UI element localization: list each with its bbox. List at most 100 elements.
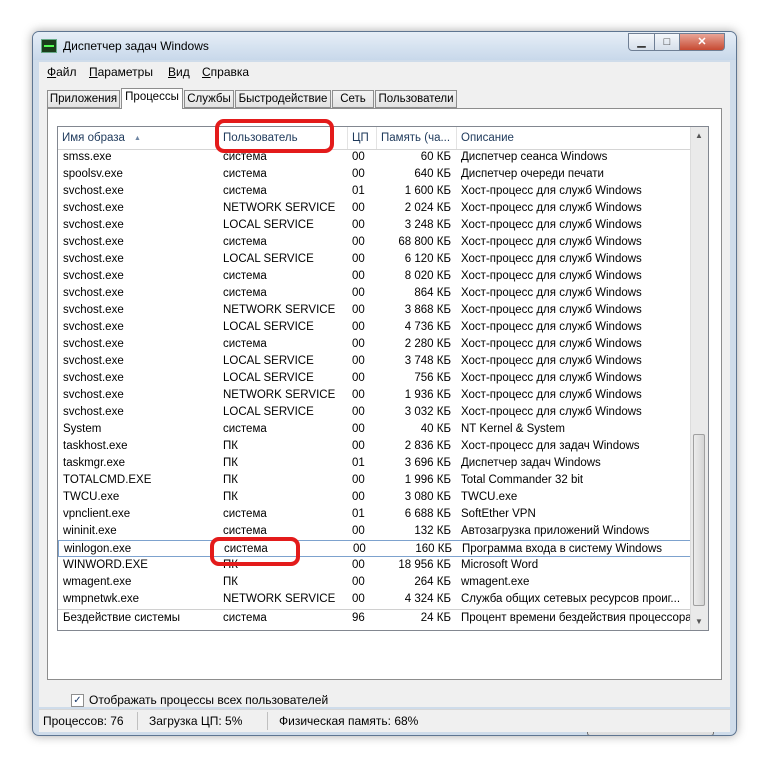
sort-ascending-icon: ▲: [134, 135, 141, 142]
tab-performance[interactable]: Быстродействие: [235, 90, 331, 108]
show-all-users-checkbox[interactable]: ✓: [71, 694, 84, 707]
process-row[interactable]: Бездействие системы система 96 24 КБ Процент…: [58, 609, 692, 626]
process-user: система: [223, 612, 267, 624]
process-row[interactable]: spoolsv.exe система 00 640 КБ Диспетчер очер…: [58, 166, 692, 183]
process-user: система: [223, 270, 267, 282]
process-name: TWCU.exe: [63, 491, 120, 503]
close-button[interactable]: ✕: [679, 33, 725, 51]
process-row[interactable]: taskhost.exe ПК 00 2 836 КБ Хост-процесс для…: [58, 438, 692, 455]
process-row[interactable]: wmagent.exe ПК 00 264 КБ wmagent.exe: [58, 574, 692, 591]
process-name: svchost.exe: [63, 321, 124, 333]
process-name: taskhost.exe: [63, 440, 128, 452]
scroll-down-arrow-icon[interactable]: ▼: [691, 613, 707, 630]
tab-services[interactable]: Службы: [184, 90, 234, 108]
process-user: система: [223, 287, 267, 299]
scroll-up-arrow-icon[interactable]: ▲: [691, 127, 707, 144]
process-cpu: 00: [353, 543, 366, 555]
scrollbar-thumb[interactable]: [693, 434, 705, 606]
tab-processes[interactable]: Процессы: [121, 88, 183, 109]
column-header-description[interactable]: Описание: [457, 127, 692, 149]
process-description: Автозагрузка приложений Windows: [461, 525, 650, 537]
column-header-cpu[interactable]: ЦП: [348, 127, 377, 149]
process-row[interactable]: wmpnetwk.exe NETWORK SERVICE 00 4 324 КБ Слу…: [58, 591, 692, 608]
process-row[interactable]: svchost.exe система 01 1 600 КБ Хост-процесс…: [58, 183, 692, 200]
process-row[interactable]: vpnclient.exe система 01 6 688 КБ SoftEther …: [58, 506, 692, 523]
process-name: svchost.exe: [63, 219, 124, 231]
process-name: Бездействие системы: [63, 612, 181, 624]
process-description: Диспетчер сеанса Windows: [461, 151, 608, 163]
tab-networking[interactable]: Сеть: [332, 90, 374, 108]
process-memory: 3 868 КБ: [404, 304, 451, 316]
column-header-memory[interactable]: Память (ча...: [377, 127, 457, 149]
process-row[interactable]: svchost.exe LOCAL SERVICE 00 756 КБ Хост-про…: [58, 370, 692, 387]
process-row[interactable]: winlogon.exe система 00 160 КБ Программа вхо…: [58, 540, 692, 557]
process-cpu: 00: [352, 151, 365, 163]
client-area: Приложения Процессы Службы Быстродействи…: [39, 82, 730, 735]
process-row[interactable]: wininit.exe система 00 132 КБ Автозагрузка п…: [58, 523, 692, 540]
process-row[interactable]: svchost.exe LOCAL SERVICE 00 3 032 КБ Хост-п…: [58, 404, 692, 421]
process-row[interactable]: System система 00 40 КБ NT Kernel & System: [58, 421, 692, 438]
process-row[interactable]: svchost.exe LOCAL SERVICE 00 3 748 КБ Хост-п…: [58, 353, 692, 370]
process-cpu: 00: [352, 236, 365, 248]
column-header-image-name[interactable]: Имя образа ▲: [58, 127, 219, 149]
process-name: svchost.exe: [63, 185, 124, 197]
title-bar[interactable]: Диспетчер задач Windows ▁ □ ✕: [33, 32, 736, 60]
process-user: LOCAL SERVICE: [223, 372, 314, 384]
menu-view[interactable]: Вид: [168, 65, 190, 79]
menu-help[interactable]: Справка: [202, 65, 249, 79]
process-row[interactable]: taskmgr.exe ПК 01 3 696 КБ Диспетчер задач W…: [58, 455, 692, 472]
process-row[interactable]: svchost.exe NETWORK SERVICE 00 2 024 КБ Хост…: [58, 200, 692, 217]
process-memory: 3 080 КБ: [404, 491, 451, 503]
process-row[interactable]: TWCU.exe ПК 00 3 080 КБ TWCU.exe: [58, 489, 692, 506]
process-row[interactable]: svchost.exe система 00 8 020 КБ Хост-процесс…: [58, 268, 692, 285]
vertical-scrollbar[interactable]: ▲ ▼: [690, 127, 708, 630]
process-name: svchost.exe: [63, 304, 124, 316]
tab-users[interactable]: Пользователи: [375, 90, 457, 108]
process-description: NT Kernel & System: [461, 423, 565, 435]
process-user: LOCAL SERVICE: [223, 253, 314, 265]
menu-file[interactable]: Файл: [47, 65, 77, 79]
process-row[interactable]: svchost.exe система 00 2 280 КБ Хост-процесс…: [58, 336, 692, 353]
process-memory: 24 КБ: [420, 612, 451, 624]
process-user: NETWORK SERVICE: [223, 202, 336, 214]
process-row[interactable]: TOTALCMD.EXE ПК 00 1 996 КБ Total Commander …: [58, 472, 692, 489]
process-row[interactable]: svchost.exe LOCAL SERVICE 00 4 736 КБ Хост-п…: [58, 319, 692, 336]
tab-applications[interactable]: Приложения: [47, 90, 120, 108]
process-row[interactable]: svchost.exe NETWORK SERVICE 00 1 936 КБ Хост…: [58, 387, 692, 404]
process-name: svchost.exe: [63, 406, 124, 418]
process-description: Microsoft Word: [461, 559, 539, 571]
minimize-button[interactable]: ▁: [628, 33, 655, 51]
process-user: LOCAL SERVICE: [223, 406, 314, 418]
task-manager-app-icon: [41, 39, 57, 53]
process-memory: 40 КБ: [420, 423, 451, 435]
process-name: spoolsv.exe: [63, 168, 123, 180]
process-cpu: 00: [352, 491, 365, 503]
menu-options[interactable]: Параметры: [89, 65, 153, 79]
process-user: NETWORK SERVICE: [223, 389, 336, 401]
process-description: Служба общих сетевых ресурсов проиг...: [461, 593, 681, 605]
process-cpu: 00: [352, 321, 365, 333]
process-cpu: 00: [352, 559, 365, 571]
process-cpu: 00: [352, 372, 365, 384]
process-row[interactable]: svchost.exe LOCAL SERVICE 00 6 120 КБ Хост-п…: [58, 251, 692, 268]
process-row[interactable]: svchost.exe система 00 864 КБ Хост-процесс д…: [58, 285, 692, 302]
process-description: Хост-процесс для служб Windows: [461, 304, 642, 316]
process-user: ПК: [223, 457, 238, 469]
maximize-button[interactable]: □: [654, 33, 680, 51]
process-row[interactable]: svchost.exe NETWORK SERVICE 00 3 868 КБ Хост…: [58, 302, 692, 319]
status-physical-memory: Физическая память: 68%: [279, 714, 419, 728]
process-description: Хост-процесс для служб Windows: [461, 287, 642, 299]
process-row[interactable]: smss.exe система 00 60 КБ Диспетчер сеанса W…: [58, 149, 692, 166]
process-user: ПК: [223, 440, 238, 452]
process-row[interactable]: WINWORD.EXE ПК 00 18 956 КБ Microsoft Word: [58, 557, 692, 574]
process-row[interactable]: svchost.exe система 00 68 800 КБ Хост-процес…: [58, 234, 692, 251]
process-user: система: [223, 168, 267, 180]
process-cpu: 00: [352, 406, 365, 418]
process-row[interactable]: svchost.exe LOCAL SERVICE 00 3 248 КБ Хост-п…: [58, 217, 692, 234]
process-memory: 160 КБ: [415, 543, 452, 555]
process-user: ПК: [223, 474, 238, 486]
process-memory: 6 120 КБ: [404, 253, 451, 265]
process-memory: 864 КБ: [414, 287, 451, 299]
process-list[interactable]: Имя образа ▲ Пользователь ЦП Память (ча.…: [57, 126, 709, 631]
process-description: Программа входа в систему Windows: [462, 543, 663, 555]
